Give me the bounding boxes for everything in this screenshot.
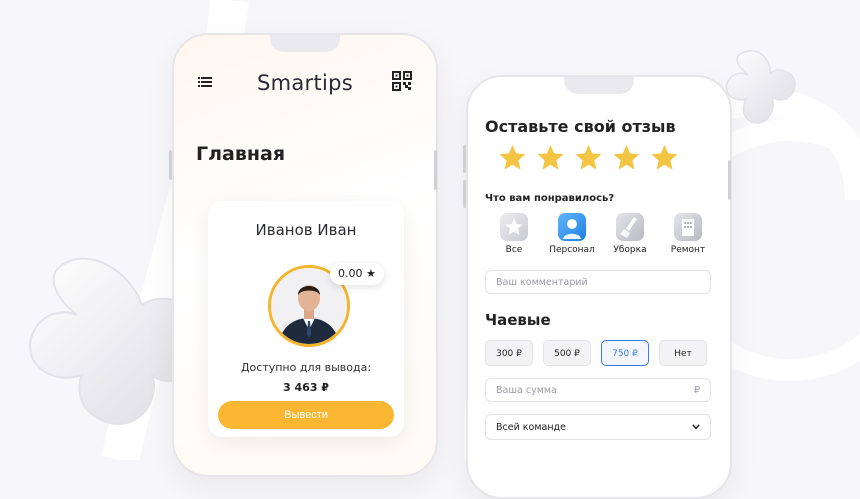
available-amount: 3 463 ₽ bbox=[283, 381, 329, 394]
tip-option-750[interactable]: 750 ₽ bbox=[601, 340, 649, 366]
review-title: Оставьте свой отзыв bbox=[485, 117, 676, 136]
qr-code-icon[interactable] bbox=[392, 71, 412, 91]
star-2-icon[interactable] bbox=[536, 143, 565, 172]
tip-option-300[interactable]: 300 ₽ bbox=[485, 340, 533, 366]
star-5-icon[interactable] bbox=[650, 143, 679, 172]
phone1-side-button bbox=[169, 150, 172, 180]
app-title: Smartips bbox=[256, 71, 354, 95]
category-list: Все Персонал Уборка Ремонт bbox=[488, 213, 714, 255]
available-label: Доступно для вывода: bbox=[240, 361, 372, 374]
phone2-power-button bbox=[728, 160, 731, 200]
employee-card: Иванов Иван 0.00 ★ Доступно для вывода: … bbox=[208, 201, 404, 437]
category-staff[interactable]: Персонал bbox=[546, 213, 598, 255]
category-label: Уборка bbox=[613, 245, 647, 255]
repair-icon bbox=[674, 213, 702, 241]
category-label: Ремонт bbox=[670, 245, 706, 255]
liked-question: Что вам понравилось? bbox=[485, 193, 615, 204]
user-name: Иванов Иван bbox=[255, 221, 357, 239]
tip-options: 300 ₽ 500 ₽ 750 ₽ Нет bbox=[485, 340, 707, 366]
home-phone-mockup: Smartips Главная Иванов Иван 0.00 ★ Дост… bbox=[172, 33, 438, 477]
tip-option-500[interactable]: 500 ₽ bbox=[543, 340, 591, 366]
withdraw-button[interactable]: Вывести bbox=[218, 401, 394, 429]
glass-decoration-right bbox=[725, 50, 796, 124]
staff-icon bbox=[558, 213, 586, 241]
phone-notch bbox=[564, 77, 634, 94]
star-rating bbox=[498, 143, 679, 172]
phone-notch bbox=[270, 35, 340, 52]
comment-input[interactable]: Ваш комментарий bbox=[485, 270, 711, 294]
phone2-side-button-2 bbox=[463, 180, 466, 208]
category-cleaning[interactable]: Уборка bbox=[604, 213, 656, 255]
currency-symbol: ₽ bbox=[693, 385, 700, 396]
rating-badge: 0.00 ★ bbox=[330, 263, 384, 285]
category-repair[interactable]: Ремонт bbox=[662, 213, 714, 255]
star-3-icon[interactable] bbox=[574, 143, 603, 172]
star-4-icon[interactable] bbox=[612, 143, 641, 172]
all-icon bbox=[500, 213, 528, 241]
recipient-select[interactable]: Всей команде bbox=[485, 414, 711, 440]
tip-option-none[interactable]: Нет bbox=[659, 340, 707, 366]
review-phone-mockup: Оставьте свой отзыв Что вам понравилось?… bbox=[466, 75, 732, 499]
category-all[interactable]: Все bbox=[488, 213, 540, 255]
recipient-value: Всей команде bbox=[496, 422, 566, 433]
page-title: Главная bbox=[196, 143, 286, 165]
category-label: Все bbox=[505, 245, 523, 255]
star-1-icon[interactable] bbox=[498, 143, 527, 172]
phone2-side-button-1 bbox=[463, 145, 466, 173]
tips-title: Чаевые bbox=[485, 311, 551, 329]
app-header: Smartips bbox=[194, 71, 416, 101]
chevron-down-icon bbox=[692, 424, 700, 430]
tip-amount-placeholder: Ваша сумма bbox=[496, 385, 557, 396]
category-label: Персонал bbox=[549, 245, 595, 255]
tip-amount-input[interactable]: Ваша сумма ₽ bbox=[485, 378, 711, 402]
cleaning-icon bbox=[616, 213, 644, 241]
phone1-power-button bbox=[434, 150, 437, 190]
